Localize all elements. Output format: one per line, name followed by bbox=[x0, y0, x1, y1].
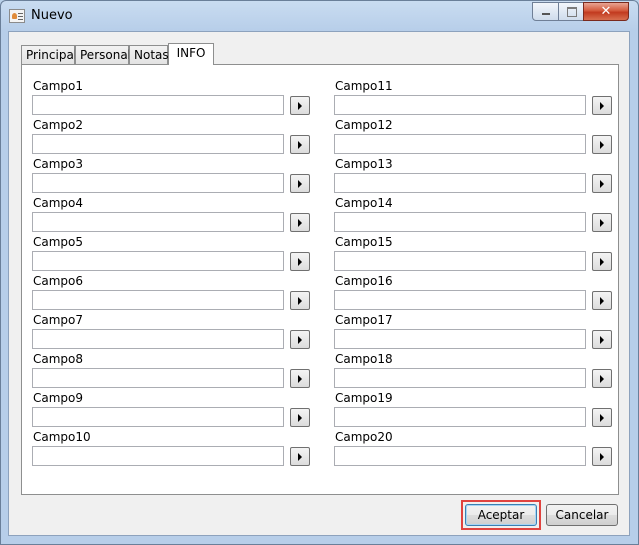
field-label: Campo9 bbox=[33, 391, 84, 405]
play-arrow-icon bbox=[600, 141, 604, 149]
field-picker-button[interactable] bbox=[592, 96, 612, 115]
tab-info[interactable]: INFO bbox=[168, 43, 214, 65]
field-picker-button[interactable] bbox=[290, 369, 310, 388]
field-picker-button[interactable] bbox=[592, 213, 612, 232]
play-arrow-icon bbox=[298, 141, 302, 149]
play-arrow-icon bbox=[298, 219, 302, 227]
field-label: Campo4 bbox=[33, 196, 84, 210]
field-picker-button[interactable] bbox=[592, 447, 612, 466]
accept-button[interactable]: Aceptar bbox=[465, 504, 537, 526]
field-label: Campo12 bbox=[335, 118, 393, 132]
field-label: Campo10 bbox=[33, 430, 91, 444]
field-label: Campo19 bbox=[335, 391, 393, 405]
field-picker-button[interactable] bbox=[592, 408, 612, 427]
play-arrow-icon bbox=[298, 336, 302, 344]
field-picker-button[interactable] bbox=[290, 447, 310, 466]
field-picker-button[interactable] bbox=[592, 291, 612, 310]
field-picker-button[interactable] bbox=[290, 174, 310, 193]
field-picker-button[interactable] bbox=[290, 135, 310, 154]
field-input[interactable] bbox=[32, 290, 284, 310]
field-input[interactable] bbox=[334, 368, 586, 388]
field-label: Campo20 bbox=[335, 430, 393, 444]
play-arrow-icon bbox=[600, 258, 604, 266]
field-picker-button[interactable] bbox=[290, 96, 310, 115]
field-label: Campo13 bbox=[335, 157, 393, 171]
tab-personal[interactable]: Personal bbox=[75, 45, 131, 64]
close-icon: ✕ bbox=[600, 4, 612, 19]
field-label: Campo3 bbox=[33, 157, 84, 171]
tab-panel-info: Campo1 Campo2 Campo3 Campo4 Campo5 Campo6 Camp… bbox=[21, 64, 619, 495]
field-label: Campo16 bbox=[335, 274, 393, 288]
field-picker-button[interactable] bbox=[592, 135, 612, 154]
field-label: Campo18 bbox=[335, 352, 393, 366]
field-label: Campo8 bbox=[33, 352, 84, 366]
field-input[interactable] bbox=[334, 95, 586, 115]
field-label: Campo1 bbox=[33, 79, 84, 93]
play-arrow-icon bbox=[600, 336, 604, 344]
field-picker-button[interactable] bbox=[290, 408, 310, 427]
title-bar[interactable]: Nuevo ✕ bbox=[1, 1, 638, 31]
minimize-button[interactable] bbox=[532, 2, 559, 21]
field-picker-button[interactable] bbox=[290, 252, 310, 271]
play-arrow-icon bbox=[600, 102, 604, 110]
field-input[interactable] bbox=[334, 290, 586, 310]
play-arrow-icon bbox=[298, 102, 302, 110]
field-input[interactable] bbox=[32, 368, 284, 388]
field-input[interactable] bbox=[334, 407, 586, 427]
field-label: Campo7 bbox=[33, 313, 84, 327]
play-arrow-icon bbox=[600, 297, 604, 305]
tab-notas[interactable]: Notas bbox=[129, 45, 169, 64]
field-label: Campo15 bbox=[335, 235, 393, 249]
play-arrow-icon bbox=[298, 375, 302, 383]
cancel-button[interactable]: Cancelar bbox=[546, 504, 618, 526]
field-input[interactable] bbox=[334, 173, 586, 193]
play-arrow-icon bbox=[298, 453, 302, 461]
field-picker-button[interactable] bbox=[592, 330, 612, 349]
dialog-window: Nuevo ✕ Principal Personal Notas INFO Ca… bbox=[0, 0, 639, 545]
field-input[interactable] bbox=[32, 251, 284, 271]
field-label: Campo14 bbox=[335, 196, 393, 210]
window-title: Nuevo bbox=[31, 8, 73, 23]
field-input[interactable] bbox=[334, 134, 586, 154]
play-arrow-icon bbox=[298, 180, 302, 188]
field-picker-button[interactable] bbox=[290, 291, 310, 310]
field-label: Campo11 bbox=[335, 79, 393, 93]
play-arrow-icon bbox=[600, 375, 604, 383]
field-input[interactable] bbox=[32, 95, 284, 115]
play-arrow-icon bbox=[298, 297, 302, 305]
play-arrow-icon bbox=[298, 414, 302, 422]
play-arrow-icon bbox=[600, 453, 604, 461]
field-input[interactable] bbox=[334, 251, 586, 271]
tab-principal[interactable]: Principal bbox=[21, 45, 77, 64]
field-input[interactable] bbox=[334, 446, 586, 466]
field-input[interactable] bbox=[334, 212, 586, 232]
field-picker-button[interactable] bbox=[592, 252, 612, 271]
field-picker-button[interactable] bbox=[592, 369, 612, 388]
field-input[interactable] bbox=[32, 407, 284, 427]
field-input[interactable] bbox=[334, 329, 586, 349]
field-input[interactable] bbox=[32, 173, 284, 193]
field-label: Campo2 bbox=[33, 118, 84, 132]
field-label: Campo17 bbox=[335, 313, 393, 327]
field-input[interactable] bbox=[32, 134, 284, 154]
field-picker-button[interactable] bbox=[290, 330, 310, 349]
maximize-button[interactable] bbox=[558, 2, 584, 21]
play-arrow-icon bbox=[600, 180, 604, 188]
field-picker-button[interactable] bbox=[290, 213, 310, 232]
field-label: Campo5 bbox=[33, 235, 84, 249]
dialog-body: Principal Personal Notas INFO Campo1 Camp… bbox=[8, 31, 630, 536]
field-picker-button[interactable] bbox=[592, 174, 612, 193]
field-label: Campo6 bbox=[33, 274, 84, 288]
field-input[interactable] bbox=[32, 212, 284, 232]
play-arrow-icon bbox=[600, 219, 604, 227]
field-input[interactable] bbox=[32, 329, 284, 349]
play-arrow-icon bbox=[600, 414, 604, 422]
close-button[interactable]: ✕ bbox=[583, 2, 629, 21]
field-input[interactable] bbox=[32, 446, 284, 466]
play-arrow-icon bbox=[298, 258, 302, 266]
app-icon bbox=[9, 9, 25, 23]
